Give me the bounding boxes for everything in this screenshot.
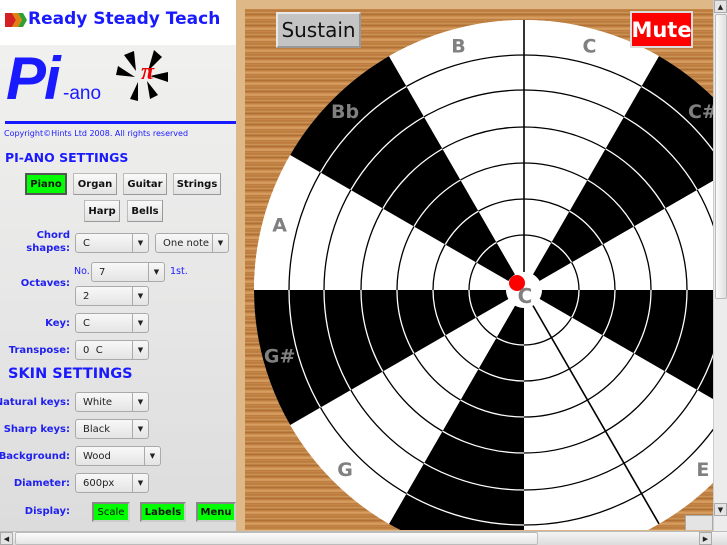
divider — [5, 121, 236, 124]
octave-count-select[interactable]: 2 ▼ — [75, 286, 149, 306]
instrument-harp-button[interactable]: Harp — [84, 200, 120, 222]
diameter-select[interactable]: 600px ▼ — [75, 473, 149, 493]
diameter-value: 600px — [83, 477, 115, 489]
chord-shapes-label: Chord shapes: — [26, 229, 70, 255]
skin-settings-heading: SKIN SETTINGS — [8, 366, 133, 382]
copyright: Copyright©Hints Ltd 2008. All rights res… — [4, 129, 189, 138]
key-value: C — [83, 317, 90, 329]
note-label: E — [696, 459, 709, 481]
brand-name: Ready Steady Teach — [28, 9, 221, 29]
note-label: C — [583, 36, 597, 58]
logo-pi: Pi — [6, 45, 61, 112]
natural-keys-select[interactable]: White ▼ — [75, 392, 149, 412]
sharp-keys-select[interactable]: Black ▼ — [75, 419, 149, 439]
vertical-scrollbar[interactable]: ▲ ▼ — [713, 0, 727, 531]
note-label: A — [272, 215, 287, 237]
display-labels-toggle[interactable]: Labels — [140, 502, 186, 522]
display-scale-toggle[interactable]: Scale — [92, 502, 130, 522]
chord-control-partial[interactable] — [685, 515, 713, 530]
center-note-label: C — [518, 284, 533, 308]
diameter-label: Diameter: — [13, 478, 70, 489]
natural-keys-value: White — [83, 396, 113, 408]
pi-wheel-logo-icon: π — [116, 50, 168, 101]
instrument-organ-button[interactable]: Organ — [73, 173, 117, 195]
pi-symbol: π — [141, 59, 155, 85]
key-select[interactable]: C ▼ — [75, 313, 149, 333]
natural-keys-label: Natural keys: — [0, 397, 70, 408]
sustain-button[interactable]: Sustain — [276, 12, 361, 48]
chord-label-line2: shapes: — [26, 243, 70, 254]
chevron-down-icon: ▼ — [132, 393, 148, 411]
octave-number-value: 7 — [99, 266, 106, 278]
pi-ano-wheel[interactable]: C C# E G G# A Bb B C — [245, 9, 713, 530]
chord-shape-value: C — [83, 237, 90, 249]
transpose-value: 0 C — [83, 344, 103, 356]
note-label: B — [451, 36, 465, 58]
piano-settings-heading: PI-ANO SETTINGS — [5, 150, 129, 165]
chevron-down-icon: ▼ — [132, 474, 148, 492]
key-label: Key: — [45, 318, 70, 329]
scroll-down-icon[interactable]: ▼ — [714, 503, 727, 516]
transpose-select[interactable]: 0 C ▼ — [75, 340, 149, 360]
note-label: C# — [688, 101, 713, 123]
instrument-strings-button[interactable]: Strings — [173, 173, 221, 195]
settings-sidebar: Ready Steady Teach Pi -ano π Copyright©H… — [0, 0, 236, 531]
chord-label-line1: Chord — [36, 230, 70, 241]
note-label: Bb — [331, 101, 359, 123]
scroll-left-icon[interactable]: ◀ — [0, 532, 13, 545]
instrument-guitar-button[interactable]: Guitar — [123, 173, 167, 195]
scroll-right-icon[interactable]: ▶ — [699, 532, 712, 545]
chord-mode-select[interactable]: One note ▼ — [155, 233, 229, 253]
horizontal-scroll-thumb[interactable] — [15, 532, 538, 545]
sharp-keys-label: Sharp keys: — [3, 424, 70, 435]
display-label: Display: — [24, 506, 70, 517]
transpose-label: Transpose: — [8, 345, 70, 356]
chord-mode-value: One note — [163, 237, 210, 249]
horizontal-scrollbar[interactable]: ◀ ▶ — [0, 531, 727, 545]
display-menu-toggle[interactable]: Menu — [196, 502, 236, 522]
chevron-down-icon: ▼ — [212, 234, 228, 252]
mute-button[interactable]: Mute — [630, 11, 693, 48]
octave-count-value: 2 — [83, 290, 90, 302]
background-value: Wood — [83, 450, 111, 462]
sharp-keys-value: Black — [83, 423, 111, 435]
wood-stage: C C# E G G# A Bb B C Sustain Mute — [245, 9, 713, 530]
octaves-label: Octaves: — [20, 278, 70, 289]
instrument-bells-button[interactable]: Bells — [127, 200, 163, 222]
background-select[interactable]: Wood ▼ — [75, 446, 161, 466]
chevron-down-icon: ▼ — [132, 420, 148, 438]
vertical-scroll-thumb[interactable] — [715, 14, 727, 299]
octave-number-select[interactable]: 7 ▼ — [91, 262, 165, 282]
scroll-up-icon[interactable]: ▲ — [714, 0, 727, 13]
note-label: G# — [264, 345, 296, 367]
chevron-down-icon: ▼ — [132, 314, 148, 332]
brand-arrows-icon — [5, 13, 27, 27]
chevron-down-icon: ▼ — [144, 447, 160, 465]
chord-shape-select[interactable]: C ▼ — [75, 233, 149, 253]
chevron-down-icon: ▼ — [132, 341, 148, 359]
chevron-down-icon: ▼ — [132, 287, 148, 305]
instrument-piano-button[interactable]: Piano — [25, 173, 67, 195]
octave-first-label: 1st. — [170, 266, 188, 277]
background-label: Background: — [0, 451, 70, 462]
note-label: G — [337, 459, 353, 481]
logo-suffix: -ano — [63, 83, 102, 104]
octave-no-label: No. — [74, 266, 90, 277]
chevron-down-icon: ▼ — [148, 263, 164, 281]
chevron-down-icon: ▼ — [132, 234, 148, 252]
